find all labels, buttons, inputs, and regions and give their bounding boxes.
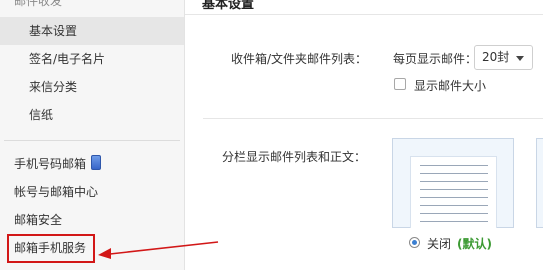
- sidebar-divider: [4, 140, 180, 141]
- section-divider: [203, 118, 543, 119]
- preview-line: [420, 213, 488, 214]
- sidebar-item-account-center[interactable]: 帐号与邮箱中心: [0, 178, 184, 206]
- split-off-radio[interactable]: [409, 237, 420, 248]
- per-page-select[interactable]: 20封: [474, 45, 533, 70]
- list-preview-icon: [410, 156, 497, 228]
- preview-line: [420, 165, 488, 166]
- sidebar-item-label: 来信分类: [29, 80, 78, 94]
- preview-line: [420, 181, 488, 182]
- sidebar-item-label: 帐号与邮箱中心: [14, 185, 99, 199]
- per-page-label: 每页显示邮件：: [393, 52, 478, 66]
- split-view-label: 分栏显示邮件列表和正文：: [222, 150, 367, 164]
- preview-line: [420, 173, 488, 174]
- split-off-label: 关闭: [427, 237, 452, 251]
- title-divider: [185, 14, 543, 15]
- sidebar-item-label: 邮箱安全: [14, 213, 63, 227]
- sidebar-section-title: 邮件收发: [14, 0, 63, 8]
- sidebar-item-stationery[interactable]: 信纸: [0, 101, 184, 129]
- chevron-down-icon: [516, 56, 524, 61]
- preview-line: [420, 221, 488, 222]
- preview-line: [420, 205, 488, 206]
- highlight-annotation-box: [7, 234, 95, 263]
- sidebar-item-signature[interactable]: 签名/电子名片: [0, 45, 184, 73]
- settings-main-panel: 基本设置 收件箱/文件夹邮件列表： 每页显示邮件： 20封 显示邮件大小 分栏显…: [185, 0, 543, 270]
- sidebar-item-mailbox-security[interactable]: 邮箱安全: [0, 206, 184, 234]
- sidebar-item-label: 签名/电子名片: [29, 52, 106, 66]
- show-size-label: 显示邮件大小: [414, 79, 487, 93]
- settings-sidebar: 邮件收发 基本设置 签名/电子名片 来信分类 信纸 手机号码邮箱 帐号与邮箱中心…: [0, 0, 185, 270]
- sidebar-item-phone-mailbox[interactable]: 手机号码邮箱: [0, 150, 184, 178]
- sidebar-item-mail-filter[interactable]: 来信分类: [0, 73, 184, 101]
- split-view-off-preview[interactable]: [392, 138, 514, 228]
- show-size-checkbox[interactable]: [394, 78, 406, 90]
- mobile-phone-icon: [91, 155, 102, 170]
- mail-list-label: 收件箱/文件夹邮件列表：: [231, 52, 368, 66]
- preview-line: [420, 197, 488, 198]
- preview-line: [420, 189, 488, 190]
- sidebar-item-basic-settings[interactable]: 基本设置: [0, 17, 184, 45]
- default-tag: (默认): [457, 237, 492, 251]
- sidebar-item-label: 信纸: [29, 108, 54, 122]
- sidebar-item-label: 手机号码邮箱: [14, 157, 87, 171]
- split-view-right-preview[interactable]: [536, 138, 543, 228]
- per-page-value: 20封: [482, 50, 510, 64]
- page-title: 基本设置: [202, 0, 255, 12]
- sidebar-item-label: 基本设置: [29, 24, 78, 38]
